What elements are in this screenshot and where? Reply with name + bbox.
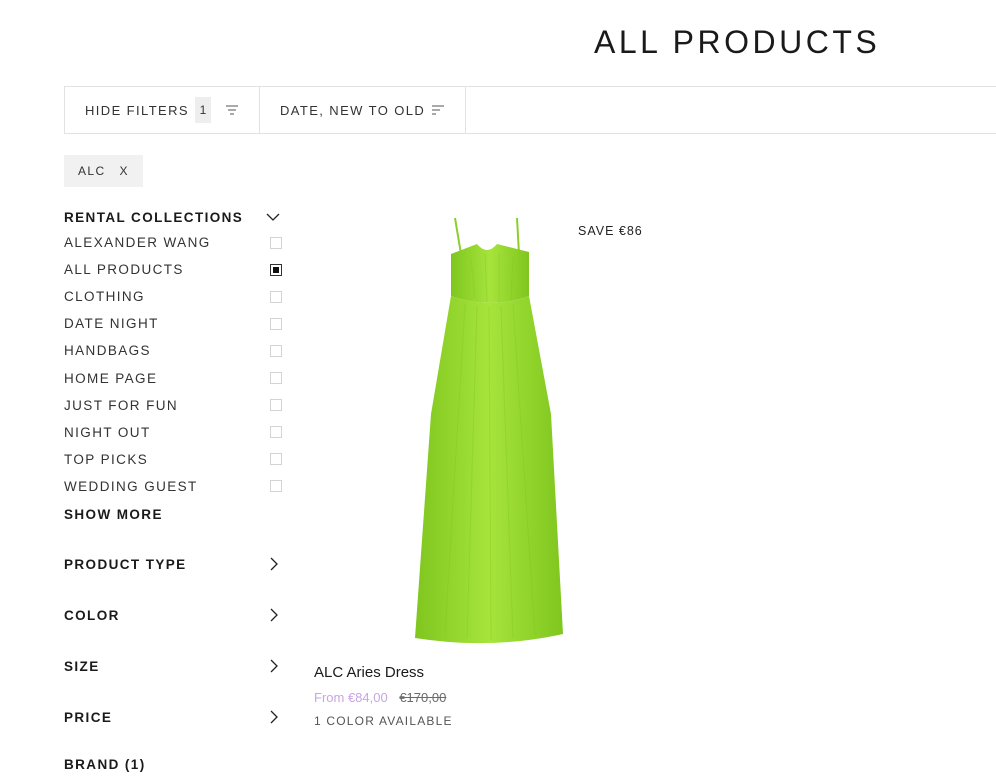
checkbox-icon[interactable] xyxy=(270,453,282,466)
chevron-right-icon xyxy=(270,608,278,622)
filter-group-price[interactable]: PRICE xyxy=(64,705,284,729)
hide-filters-button[interactable]: HIDE FILTERS 1 xyxy=(65,87,260,133)
filter-option[interactable]: WEDDING GUEST xyxy=(64,473,284,500)
filter-option-label: HOME PAGE xyxy=(64,370,158,386)
filter-option[interactable]: CLOTHING xyxy=(64,283,284,310)
checkbox-icon[interactable] xyxy=(270,426,282,439)
filter-count-badge: 1 xyxy=(194,97,211,123)
filter-group-size[interactable]: SIZE xyxy=(64,654,284,678)
filter-group-brand[interactable]: BRAND (1) xyxy=(64,752,284,776)
sort-icon xyxy=(432,105,445,115)
filter-option-label: NIGHT OUT xyxy=(64,424,151,440)
rental-collections-toggle[interactable]: RENTAL COLLECTIONS xyxy=(64,205,284,229)
filter-group-label: PRICE xyxy=(64,709,113,725)
filter-sidebar: RENTAL COLLECTIONS ALEXANDER WANG ALL PRO… xyxy=(64,205,284,528)
filter-option-label: WEDDING GUEST xyxy=(64,478,198,494)
filter-option[interactable]: NIGHT OUT xyxy=(64,419,284,446)
filter-option[interactable]: HOME PAGE xyxy=(64,364,284,391)
rental-collections-label: RENTAL COLLECTIONS xyxy=(64,209,244,225)
checkbox-icon[interactable] xyxy=(270,480,282,493)
chip-label: ALC xyxy=(78,164,106,178)
checkbox-icon[interactable] xyxy=(270,263,282,276)
sort-dropdown[interactable]: DATE, NEW TO OLD xyxy=(260,87,467,133)
filter-lines-icon xyxy=(225,105,238,115)
checkbox-icon[interactable] xyxy=(270,317,282,330)
chevron-right-icon xyxy=(270,659,278,673)
filter-option[interactable]: TOP PICKS xyxy=(64,446,284,473)
original-price: €170,00 xyxy=(399,690,447,705)
filter-group-label: BRAND (1) xyxy=(64,756,146,772)
remove-filter-icon[interactable]: X xyxy=(120,164,129,178)
filter-option-label: CLOTHING xyxy=(64,289,145,305)
filter-option-label: DATE NIGHT xyxy=(64,316,159,332)
checkbox-icon[interactable] xyxy=(270,344,282,357)
active-filter-chip-alc[interactable]: ALC X xyxy=(64,155,143,187)
filter-option[interactable]: JUST FOR FUN xyxy=(64,392,284,419)
chevron-right-icon xyxy=(270,557,278,571)
filter-option-label: ALEXANDER WANG xyxy=(64,235,211,251)
chevron-down-icon xyxy=(266,213,280,221)
hide-filters-label: HIDE FILTERS xyxy=(85,102,189,118)
product-image[interactable] xyxy=(405,214,575,646)
page-title: ALL PRODUCTS xyxy=(594,24,881,60)
sort-label: DATE, NEW TO OLD xyxy=(279,102,426,118)
sale-price: From €84,00 xyxy=(314,690,388,705)
checkbox-icon[interactable] xyxy=(270,372,282,385)
filter-group-label: PRODUCT TYPE xyxy=(64,556,187,572)
toolbar: HIDE FILTERS 1 DATE, NEW TO OLD xyxy=(64,86,996,134)
filter-option[interactable]: ALEXANDER WANG xyxy=(64,229,284,256)
filter-option[interactable]: DATE NIGHT xyxy=(64,310,284,337)
save-badge: SAVE €86 xyxy=(578,224,643,238)
filter-group-color[interactable]: COLOR xyxy=(64,603,284,627)
filter-group-label: COLOR xyxy=(64,607,120,623)
checkbox-icon[interactable] xyxy=(270,399,282,412)
filter-option[interactable]: HANDBAGS xyxy=(64,337,284,364)
price-row: From €84,00 €170,00 xyxy=(314,690,446,705)
filter-option-label: JUST FOR FUN xyxy=(64,397,179,413)
checkbox-icon[interactable] xyxy=(270,236,282,249)
colors-available: 1 COLOR AVAILABLE xyxy=(314,714,453,728)
filter-group-label: SIZE xyxy=(64,658,100,674)
show-more-link[interactable]: SHOW MORE xyxy=(64,501,284,528)
chevron-right-icon xyxy=(270,710,278,724)
filter-group-product-type[interactable]: PRODUCT TYPE xyxy=(64,552,284,576)
filter-option-label: ALL PRODUCTS xyxy=(64,262,184,278)
product-title-link[interactable]: ALC Aries Dress xyxy=(314,664,424,681)
filter-option-label: HANDBAGS xyxy=(64,343,151,359)
filter-option[interactable]: ALL PRODUCTS xyxy=(64,256,284,283)
filter-option-label: TOP PICKS xyxy=(64,451,149,467)
checkbox-icon[interactable] xyxy=(270,290,282,303)
rental-collections-list: ALEXANDER WANG ALL PRODUCTS CLOTHING DATE N… xyxy=(64,229,284,500)
